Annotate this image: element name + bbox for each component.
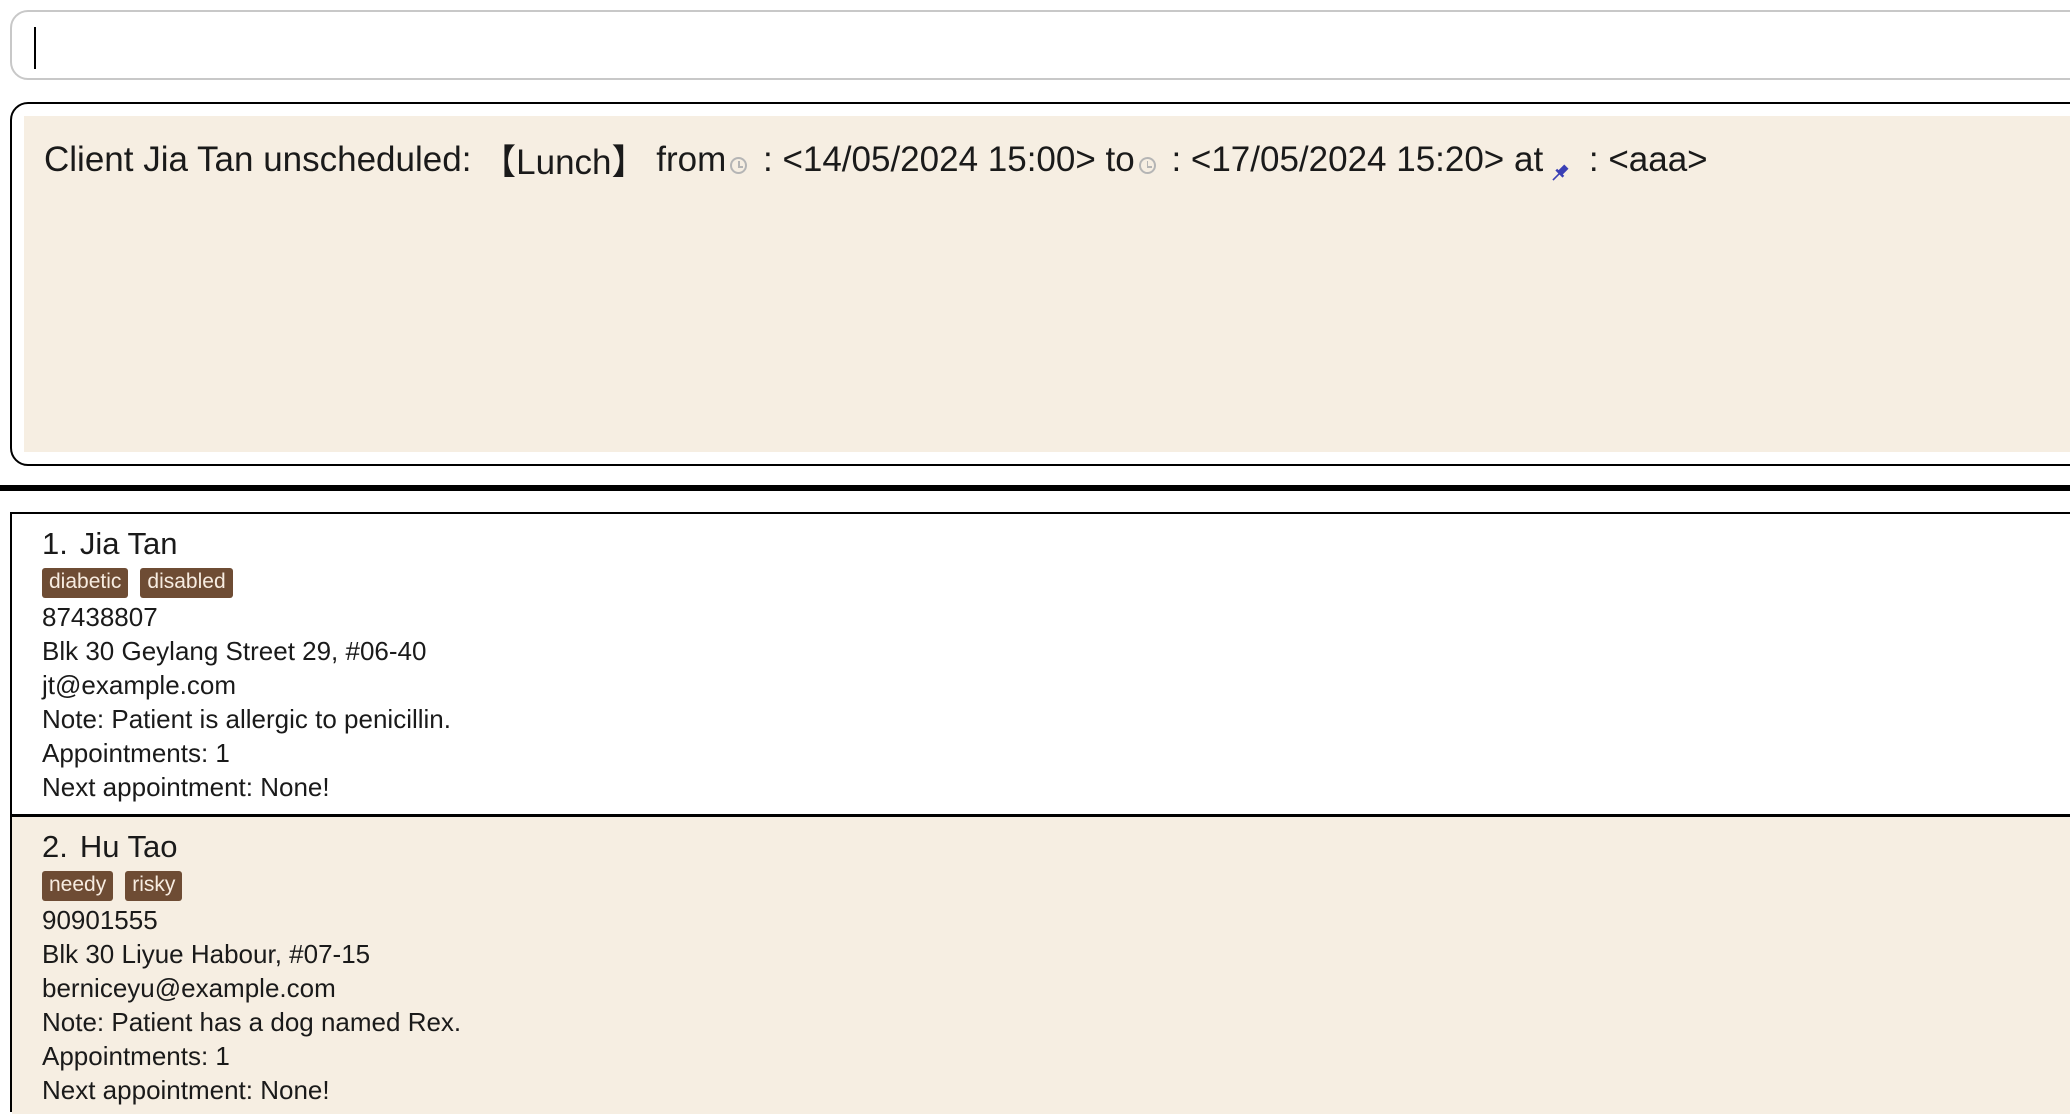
client-next-appointment: Next appointment: None!: [42, 772, 330, 802]
client-next-appointment: Next appointment: None!: [42, 1075, 330, 1105]
client-address: Blk 30 Geylang Street 29, #06-40: [42, 636, 427, 666]
client-address: Blk 30 Liyue Habour, #07-15: [42, 939, 371, 969]
client-email: berniceyu@example.com: [42, 973, 336, 1003]
tag-badge: needy: [42, 871, 114, 901]
client-tags: needy risky: [42, 869, 2070, 903]
pushpin-icon: [1549, 153, 1571, 181]
result-prefix: Client Jia Tan unscheduled:: [44, 139, 482, 179]
client-note: Note: Patient is allergic to penicillin.: [42, 704, 451, 734]
client-index: 2.: [42, 829, 68, 864]
client-email: jt@example.com: [42, 670, 237, 700]
command-input[interactable]: [10, 10, 2070, 80]
tag-badge: risky: [125, 871, 183, 901]
clock-icon: [730, 157, 748, 174]
client-tags: diabetic disabled: [42, 566, 2070, 600]
result-appointment-title: 【Lunch】: [481, 143, 647, 182]
client-card[interactable]: 1. Jia Tan diabetic disabled 87438807 Blk…: [12, 514, 2070, 814]
client-name-row: 1. Jia Tan: [42, 526, 2070, 564]
client-list: 1. Jia Tan diabetic disabled 87438807 Blk…: [10, 512, 2070, 1114]
client-appointments: Appointments: 1: [42, 738, 230, 768]
client-card[interactable]: 2. Hu Tao needy risky 90901555 Blk 30 Liy…: [12, 814, 2070, 1114]
result-from-value: : <14/05/2024 15:00> to: [753, 139, 1135, 179]
client-index: 1.: [42, 526, 68, 561]
tag-badge: diabetic: [42, 568, 129, 598]
client-note: Note: Patient has a dog named Rex.: [42, 1007, 462, 1037]
text-caret: [34, 27, 36, 69]
result-at-value: : <aaa>: [1579, 139, 1708, 179]
clock-icon: [1138, 157, 1156, 174]
client-name: Jia Tan: [79, 526, 178, 561]
result-display-panel: Client Jia Tan unscheduled: 【Lunch】 from…: [24, 116, 2070, 452]
tag-badge: disabled: [140, 568, 233, 598]
result-message: Client Jia Tan unscheduled: 【Lunch】 from…: [44, 134, 1708, 185]
client-name: Hu Tao: [79, 829, 178, 864]
result-display: Client Jia Tan unscheduled: 【Lunch】 from…: [10, 102, 2070, 466]
client-appointments: Appointments: 1: [42, 1041, 230, 1071]
split-divider[interactable]: [0, 485, 2070, 491]
result-to-value: : <17/05/2024 15:20> at: [1161, 139, 1544, 179]
client-phone: 90901555: [42, 905, 158, 935]
client-name-row: 2. Hu Tao: [42, 829, 2070, 867]
client-phone: 87438807: [42, 602, 158, 632]
result-from-label: from: [646, 139, 727, 179]
